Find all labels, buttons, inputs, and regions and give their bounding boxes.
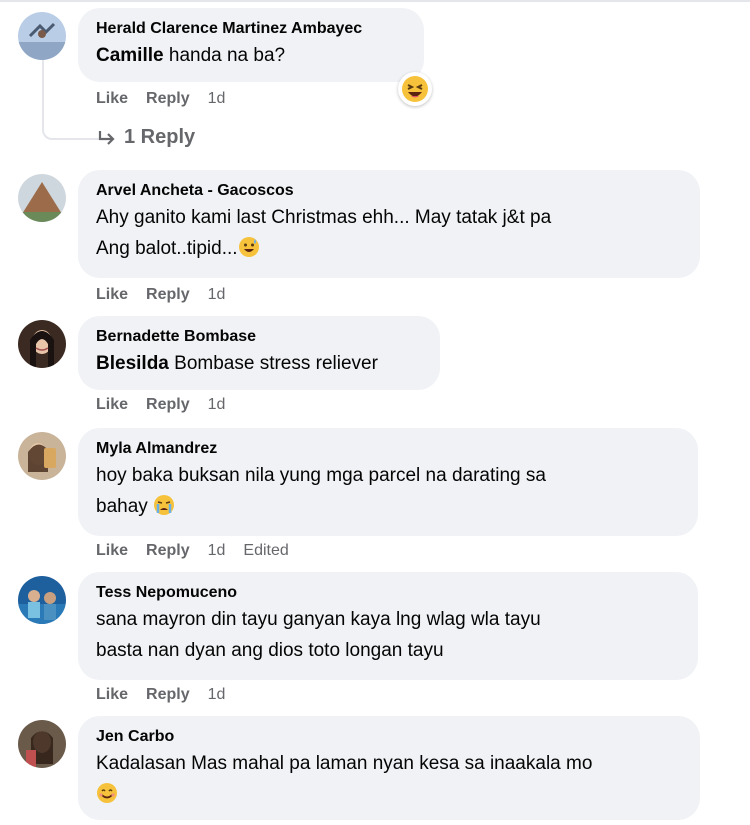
comment-line bbox=[96, 779, 682, 810]
comment-bubble: Arvel Ancheta - Gacoscos Ahy ganito kami… bbox=[78, 170, 700, 278]
comment-actions: Like Reply 1d Edited bbox=[96, 542, 307, 560]
comment-text: hoy baka buksan nila yung mga parcel na … bbox=[96, 460, 680, 522]
comment-text: Kadalasan Mas mahal pa laman nyan kesa s… bbox=[96, 748, 682, 810]
comment-bubble: Tess Nepomuceno sana mayron din tayu gan… bbox=[78, 572, 698, 680]
avatar[interactable] bbox=[18, 320, 66, 368]
comment-line: hoy baka buksan nila yung mga parcel na … bbox=[96, 465, 546, 486]
comment-line: Ahy ganito kami last Christmas ehh... Ma… bbox=[96, 207, 552, 228]
replies-count[interactable]: 1 Reply bbox=[124, 126, 195, 149]
comment-actions: Like Reply 1d bbox=[96, 396, 243, 414]
comment: Arvel Ancheta - Gacoscos Ahy ganito kami… bbox=[18, 170, 738, 310]
view-replies-link[interactable]: 1 Reply bbox=[96, 126, 195, 149]
comment-bubble: Herald Clarence Martinez Ambayec Camille… bbox=[78, 8, 424, 82]
comment: Jen Carbo Kadalasan Mas mahal pa laman n… bbox=[18, 716, 738, 825]
avatar[interactable] bbox=[18, 174, 66, 222]
comment: Bernadette Bombase Blesilda Bombase stre… bbox=[18, 316, 738, 422]
comment-actions: Like Reply 1d bbox=[96, 90, 243, 108]
comment-line-text: bahay bbox=[96, 496, 148, 517]
comment: Tess Nepomuceno sana mayron din tayu gan… bbox=[18, 572, 738, 712]
grinning-sweat-emoji-icon bbox=[238, 237, 259, 257]
timestamp[interactable]: 1d bbox=[208, 542, 226, 560]
like-button[interactable]: Like bbox=[96, 686, 128, 704]
thread-connector bbox=[42, 60, 102, 140]
edited-label: Edited bbox=[243, 542, 289, 559]
like-button[interactable]: Like bbox=[96, 286, 128, 304]
mention[interactable]: Camille bbox=[96, 45, 164, 66]
comment-line: basta nan dyan ang dios toto longan tayu bbox=[96, 640, 444, 661]
comment-body: handa na ba? bbox=[168, 45, 286, 66]
comment-body: Bombase stress reliever bbox=[174, 353, 378, 374]
reply-button[interactable]: Reply bbox=[146, 542, 190, 560]
comment-line: sana mayron din tayu ganyan kaya lng wla… bbox=[96, 609, 541, 630]
comment-line: Ang balot..tipid... bbox=[96, 233, 682, 264]
comment-bubble: Jen Carbo Kadalasan Mas mahal pa laman n… bbox=[78, 716, 700, 820]
comment: Myla Almandrez hoy baka buksan nila yung… bbox=[18, 428, 738, 568]
like-button[interactable]: Like bbox=[96, 542, 128, 560]
reply-arrow-icon bbox=[98, 130, 115, 145]
avatar[interactable] bbox=[18, 576, 66, 624]
timestamp[interactable]: 1d bbox=[208, 90, 226, 108]
comment-author[interactable]: Arvel Ancheta - Gacoscos bbox=[96, 180, 682, 202]
comment-author[interactable]: Myla Almandrez bbox=[96, 438, 680, 460]
smiling-emoji-icon bbox=[97, 783, 117, 803]
comment-line: Kadalasan Mas mahal pa laman nyan kesa s… bbox=[96, 753, 593, 774]
like-button[interactable]: Like bbox=[96, 396, 128, 414]
crying-emoji-icon bbox=[154, 495, 175, 515]
reply-button[interactable]: Reply bbox=[146, 686, 190, 704]
comment-author[interactable]: Herald Clarence Martinez Ambayec bbox=[96, 18, 406, 40]
comment-actions: Like Reply 1d bbox=[96, 286, 243, 304]
comment-line-text: Ang balot..tipid... bbox=[96, 238, 238, 259]
comment-text: Ahy ganito kami last Christmas ehh... Ma… bbox=[96, 202, 682, 264]
mention[interactable]: Blesilda bbox=[96, 353, 169, 374]
reply-button[interactable]: Reply bbox=[146, 396, 190, 414]
reply-button[interactable]: Reply bbox=[146, 90, 190, 108]
comment-text: Camille handa na ba? bbox=[96, 40, 406, 71]
comment-text: sana mayron din tayu ganyan kaya lng wla… bbox=[96, 604, 680, 666]
timestamp[interactable]: 1d bbox=[208, 286, 226, 304]
comment-author[interactable]: Jen Carbo bbox=[96, 726, 682, 748]
comment-bubble: Myla Almandrez hoy baka buksan nila yung… bbox=[78, 428, 698, 536]
avatar[interactable] bbox=[18, 720, 66, 768]
reply-button[interactable]: Reply bbox=[146, 286, 190, 304]
comment-text: Blesilda Bombase stress reliever bbox=[96, 348, 422, 379]
avatar[interactable] bbox=[18, 12, 66, 60]
comment-line: bahay bbox=[96, 491, 680, 522]
avatar[interactable] bbox=[18, 432, 66, 480]
reaction-badge[interactable] bbox=[398, 72, 432, 106]
top-divider bbox=[0, 0, 750, 2]
comment-author[interactable]: Tess Nepomuceno bbox=[96, 582, 680, 604]
timestamp[interactable]: 1d bbox=[208, 686, 226, 704]
laughing-emoji-icon bbox=[402, 76, 428, 102]
comment-author[interactable]: Bernadette Bombase bbox=[96, 326, 422, 348]
comment-actions: Like Reply 1d bbox=[96, 686, 243, 704]
timestamp[interactable]: 1d bbox=[208, 396, 226, 414]
comment-bubble: Bernadette Bombase Blesilda Bombase stre… bbox=[78, 316, 440, 390]
comment: Herald Clarence Martinez Ambayec Camille… bbox=[18, 8, 738, 158]
